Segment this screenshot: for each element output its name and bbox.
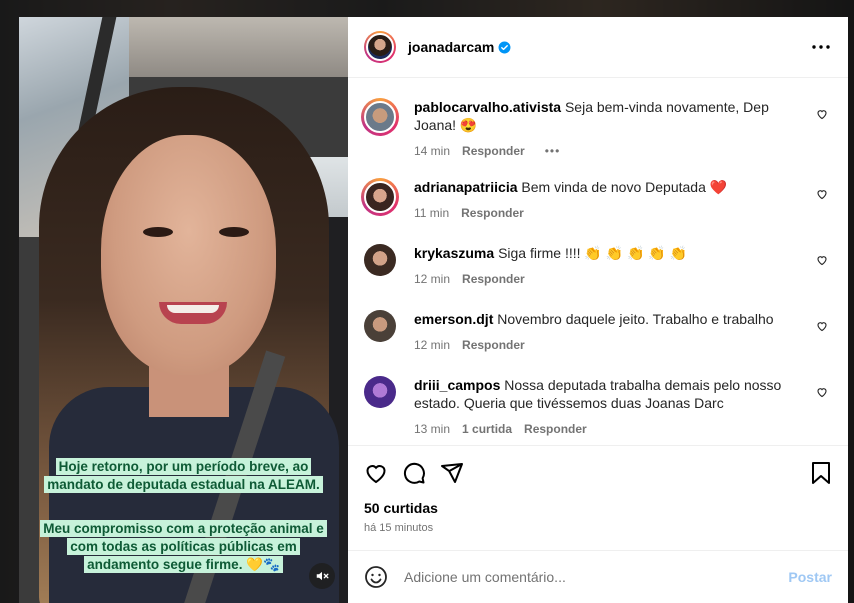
commenter-username[interactable]: adrianapatriicia	[414, 179, 518, 195]
comment-time[interactable]: 13 min	[414, 420, 450, 438]
reply-button[interactable]: Responder	[524, 420, 587, 438]
person-face	[101, 135, 276, 375]
like-comment-icon[interactable]	[816, 386, 828, 398]
author-username[interactable]: joanadarcam	[408, 39, 494, 55]
emoji-icon[interactable]	[364, 565, 388, 589]
like-comment-icon[interactable]	[816, 188, 828, 200]
commenter-avatar[interactable]	[364, 310, 396, 342]
video-caption-2: Meu compromisso com a proteção animal e …	[19, 520, 348, 574]
comment-options-button[interactable]: •••	[545, 142, 561, 160]
comment-item: emerson.djt Novembro daquele jeito. Trab…	[364, 310, 832, 358]
comment-text: Novembro daquele jeito. Trabalho e traba…	[497, 311, 774, 327]
reply-button[interactable]: Responder	[462, 336, 525, 354]
add-comment-bar: Postar	[348, 550, 848, 603]
commenter-avatar[interactable]	[361, 98, 399, 136]
commenter-username[interactable]: emerson.djt	[414, 311, 493, 327]
like-comment-icon[interactable]	[816, 108, 828, 120]
comment-icon[interactable]	[402, 461, 426, 485]
post-actions: 50 curtidas há 15 minutos	[348, 445, 848, 534]
commenter-username[interactable]: krykaszuma	[414, 245, 494, 261]
right-eye	[219, 227, 249, 237]
commenter-avatar[interactable]	[361, 178, 399, 216]
commenter-avatar[interactable]	[364, 376, 396, 408]
commenter-username[interactable]: driii_campos	[414, 377, 500, 393]
reply-button[interactable]: Responder	[461, 204, 524, 222]
comments-list[interactable]: pablocarvalho.ativista Seja bem-vinda no…	[348, 78, 848, 445]
comment-text: Siga firme !!!! 👏 👏 👏 👏 👏	[498, 245, 688, 261]
comment-item: adrianapatriicia Bem vinda de novo Deput…	[361, 178, 832, 226]
post-modal: Hoje retorno, por um período breve, ao m…	[19, 17, 848, 603]
post-comment-button[interactable]: Postar	[788, 569, 832, 585]
mute-button[interactable]	[309, 563, 335, 589]
commenter-username[interactable]: pablocarvalho.ativista	[414, 99, 561, 115]
comment-item: driii_campos Nossa deputada trabalha dem…	[364, 376, 832, 438]
comment-item: krykaszuma Siga firme !!!! 👏 👏 👏 👏 👏 12 …	[364, 244, 832, 292]
share-icon[interactable]	[440, 461, 464, 485]
commenter-avatar[interactable]	[364, 244, 396, 276]
post-header: joanadarcam	[348, 17, 848, 78]
likes-count[interactable]: 50 curtidas	[364, 500, 832, 516]
like-icon[interactable]	[364, 461, 388, 485]
verified-badge-icon	[498, 41, 511, 53]
like-comment-icon[interactable]	[816, 320, 828, 332]
video-caption-1: Hoje retorno, por um período breve, ao m…	[19, 458, 348, 494]
comment-time[interactable]: 14 min	[414, 142, 450, 160]
reply-button[interactable]: Responder	[462, 270, 525, 288]
speaker-muted-icon	[316, 571, 329, 581]
comment-time[interactable]: 12 min	[414, 270, 450, 288]
comment-time[interactable]: 11 min	[414, 204, 449, 222]
comment-likes-count[interactable]: 1 curtida	[462, 420, 512, 438]
comment-text: Bem vinda de novo Deputada ❤️	[521, 179, 728, 195]
left-eye	[143, 227, 173, 237]
reply-button[interactable]: Responder	[462, 142, 525, 160]
like-comment-icon[interactable]	[816, 254, 828, 266]
comment-input[interactable]	[402, 568, 789, 586]
comment-time[interactable]: 12 min	[414, 336, 450, 354]
author-avatar[interactable]	[364, 31, 396, 63]
comment-item: pablocarvalho.ativista Seja bem-vinda no…	[361, 98, 832, 160]
comments-panel: joanadarcam pablocarvalho.ativista Seja …	[348, 17, 848, 603]
more-icon	[812, 45, 830, 49]
post-media[interactable]: Hoje retorno, por um período breve, ao m…	[19, 17, 348, 603]
save-icon[interactable]	[810, 461, 832, 485]
more-options-button[interactable]	[810, 36, 832, 58]
post-timestamp[interactable]: há 15 minutos	[364, 522, 832, 534]
